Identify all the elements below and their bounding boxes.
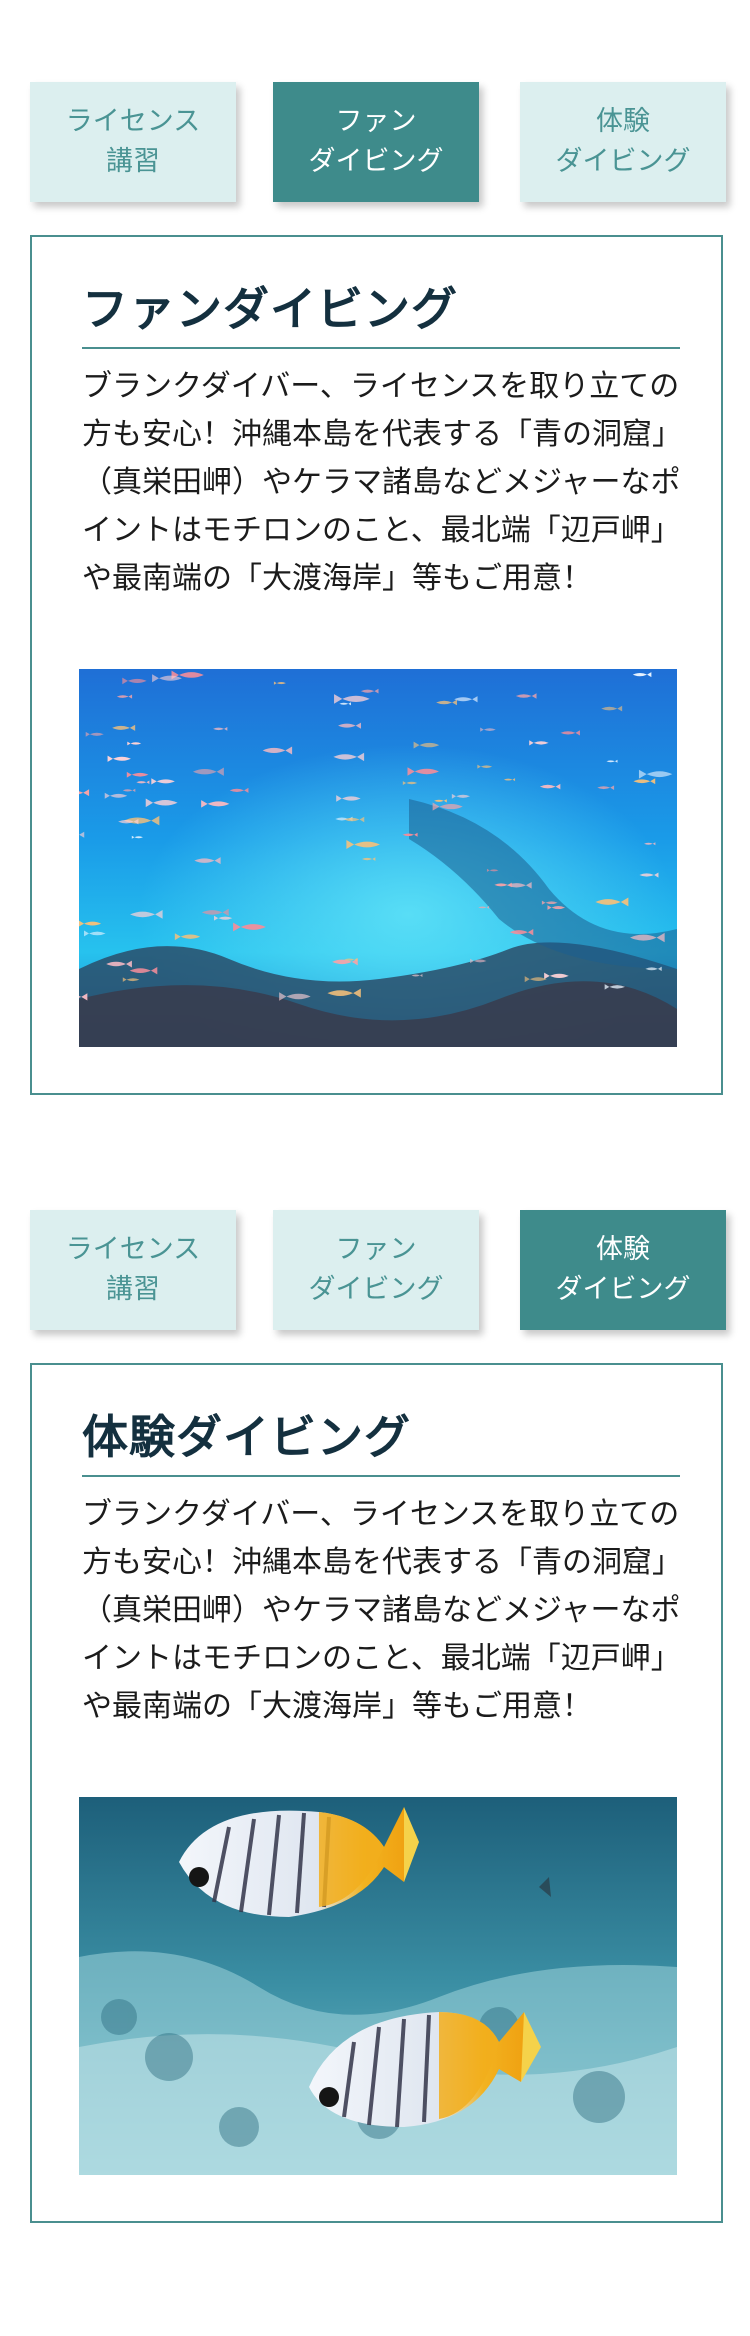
course-card: 体験ダイビング ブランクダイバー、ライセンスを取り立ての方も安心！沖縄本島を代表… (30, 1363, 723, 2223)
tab-label-line1: 体験 (596, 1234, 650, 1265)
tab-license-course[interactable]: ライセンス 講習 (30, 1210, 236, 1330)
tab-license-course[interactable]: ライセンス 講習 (30, 82, 236, 202)
course-tabs: ライセンス 講習 ファン ダイビング 体験 ダイビング (30, 1210, 726, 1330)
course-tabs: ライセンス 講習 ファン ダイビング 体験 ダイビング (30, 82, 726, 202)
tab-label-line1: ライセンス (65, 106, 201, 137)
tab-fun-diving[interactable]: ファン ダイビング (273, 1210, 479, 1330)
card-title: 体験ダイビング (82, 1410, 411, 1464)
tab-label-line2: 講習 (106, 146, 160, 177)
title-divider (82, 1475, 680, 1477)
course-card: ファンダイビング ブランクダイバー、ライセンスを取り立ての方も安心！沖縄本島を代… (30, 235, 723, 1095)
tab-label-line1: ファン (335, 1234, 417, 1265)
tab-label-line1: 体験 (596, 106, 650, 137)
tab-trial-diving[interactable]: 体験 ダイビング (520, 1210, 726, 1330)
tab-label-line1: ファン (335, 106, 417, 137)
tab-label-line2: ダイビング (555, 146, 691, 177)
reef-fish-school-photo (79, 669, 677, 1047)
tab-label-line2: 講習 (106, 1274, 160, 1305)
tab-fun-diving[interactable]: ファン ダイビング (273, 82, 479, 202)
butterflyfish-photo (79, 1797, 677, 2175)
tab-label-line1: ライセンス (65, 1234, 201, 1265)
card-description: ブランクダイバー、ライセンスを取り立ての方も安心！沖縄本島を代表する「青の洞窟」… (82, 369, 682, 596)
card-description: ブランクダイバー、ライセンスを取り立ての方も安心！沖縄本島を代表する「青の洞窟」… (82, 1497, 682, 1724)
tab-label-line2: ダイビング (308, 1274, 444, 1305)
card-title: ファンダイビング (82, 282, 458, 336)
tab-label-line2: ダイビング (555, 1274, 691, 1305)
tab-trial-diving[interactable]: 体験 ダイビング (520, 82, 726, 202)
title-divider (82, 347, 680, 349)
tab-label-line2: ダイビング (308, 146, 444, 177)
